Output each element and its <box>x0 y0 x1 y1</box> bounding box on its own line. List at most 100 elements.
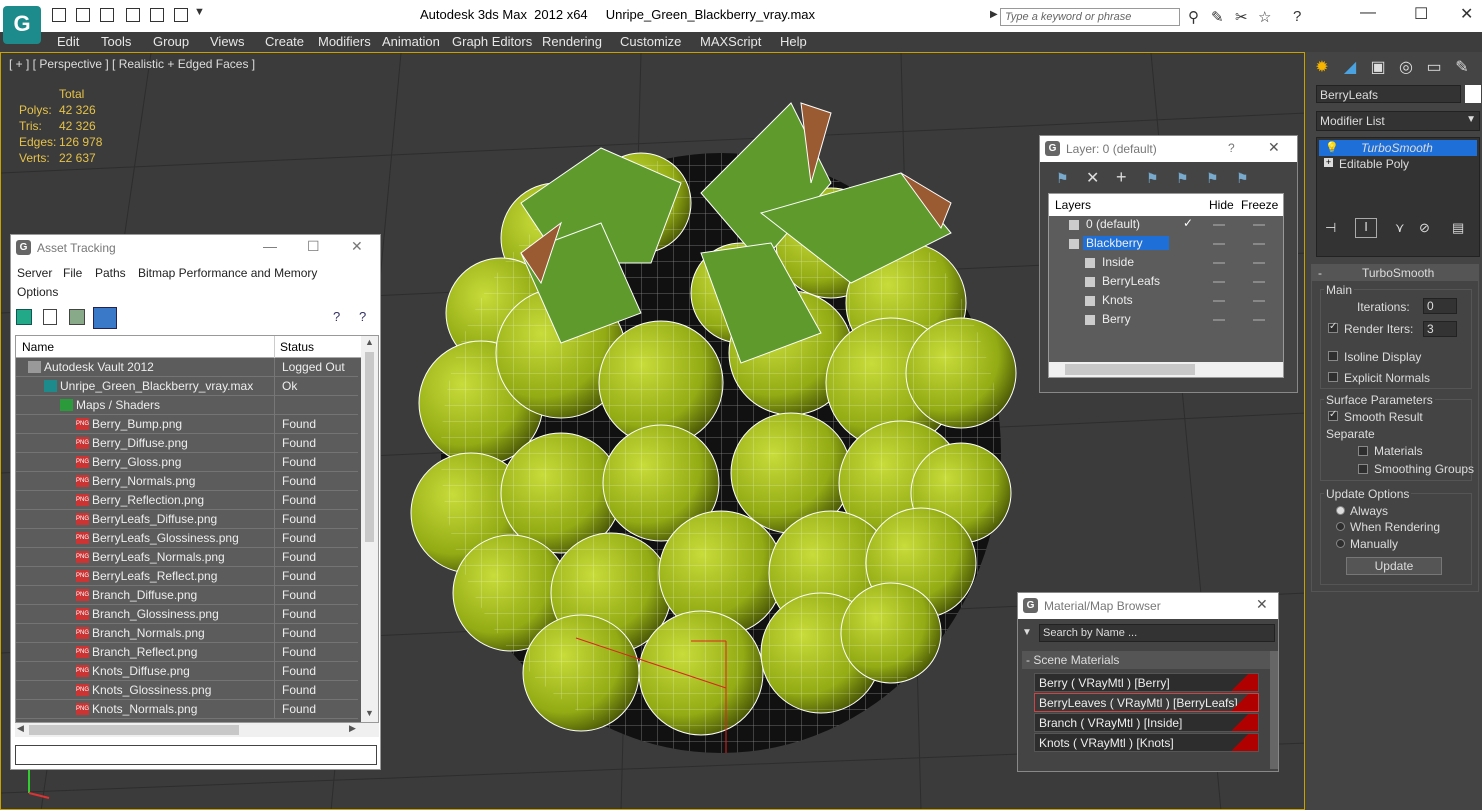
layer-manager-titlebar[interactable]: G Layer: 0 (default) ? ✕ <box>1040 136 1297 162</box>
layer-row[interactable]: 0 (default) ✓ <box>1049 216 1283 235</box>
menu-group[interactable]: Group <box>153 34 189 49</box>
help-icon[interactable]: ? <box>1228 141 1235 155</box>
menu-animation[interactable]: Animation <box>382 34 440 49</box>
object-name-field[interactable]: BerryLeafs <box>1316 85 1461 103</box>
table-row[interactable]: PNG Berry_Diffuse.png Found <box>16 434 358 453</box>
table-row[interactable]: PNG Berry_Normals.png Found <box>16 472 358 491</box>
display-tab-icon[interactable]: ▭ <box>1423 57 1445 79</box>
modify-tab-icon[interactable]: ◢ <box>1339 57 1361 79</box>
table-row[interactable]: Maps / Shaders <box>16 396 358 415</box>
open-icon[interactable] <box>76 8 90 22</box>
layer-row[interactable]: Berry <box>1049 311 1283 330</box>
close-icon[interactable]: ✕ <box>1268 139 1280 156</box>
hide-toggle[interactable] <box>1213 243 1225 245</box>
save-icon[interactable] <box>100 8 114 22</box>
asset-tracking-titlebar[interactable]: G Asset Tracking — ☐ ✕ <box>11 235 380 261</box>
table-row[interactable]: PNG BerryLeafs_Reflect.png Found <box>16 567 358 586</box>
menu-maxscript[interactable]: MAXScript <box>700 34 761 49</box>
highlight-layer-icon[interactable]: ⚑ <box>1206 170 1219 187</box>
list-view-icon[interactable] <box>43 309 57 325</box>
scroll-left-icon[interactable]: ◀ <box>17 723 24 734</box>
add-to-layer-icon[interactable]: ⚑ <box>1146 170 1159 187</box>
table-row[interactable]: PNG Knots_Normals.png Found <box>16 700 358 719</box>
chevron-down-icon[interactable]: ▼ <box>194 6 205 18</box>
scroll-up-icon[interactable]: ▲ <box>365 337 374 347</box>
undo-icon[interactable] <box>126 8 140 22</box>
materials-checkbox[interactable] <box>1358 446 1368 456</box>
menu-file[interactable]: File <box>63 266 82 280</box>
hide-toggle[interactable] <box>1213 319 1225 321</box>
vertical-scrollbar[interactable] <box>1270 651 1278 769</box>
layer-row[interactable]: Knots <box>1049 292 1283 311</box>
layer-row[interactable]: BerryLeafs <box>1049 273 1283 292</box>
hide-toggle[interactable] <box>1213 262 1225 264</box>
material-browser-titlebar[interactable]: G Material/Map Browser ✕ <box>1018 593 1278 619</box>
asset-path-field[interactable] <box>15 745 377 765</box>
menu-customize[interactable]: Customize <box>620 34 681 49</box>
render-iters-spinner[interactable]: 3 <box>1423 321 1457 337</box>
layer-row[interactable]: Inside <box>1049 254 1283 273</box>
column-hide[interactable]: Hide <box>1209 198 1234 212</box>
hierarchy-tab-icon[interactable]: ▣ <box>1367 57 1389 79</box>
vertical-scrollbar[interactable]: ▲ ▼ <box>361 336 378 722</box>
utilities-tab-icon[interactable]: ✎ <box>1451 57 1473 79</box>
table-row[interactable]: PNG Branch_Diffuse.png Found <box>16 586 358 605</box>
freeze-toggle[interactable] <box>1253 262 1265 264</box>
redo-icon[interactable] <box>150 8 164 22</box>
hide-all-icon[interactable]: ⚑ <box>1236 170 1249 187</box>
scrollbar-thumb[interactable] <box>1065 364 1195 375</box>
minimize-icon[interactable]: — <box>1360 4 1376 22</box>
menu-bitmap-performance[interactable]: Bitmap Performance and Memory <box>138 266 317 280</box>
render-iters-checkbox[interactable]: ✓ <box>1328 321 1338 333</box>
table-row[interactable]: PNG Berry_Gloss.png Found <box>16 453 358 472</box>
menu-graph-editors[interactable]: Graph Editors <box>452 34 532 49</box>
table-row[interactable]: PNG Branch_Normals.png Found <box>16 624 358 643</box>
rollout-header[interactable]: - TurboSmooth <box>1312 265 1478 281</box>
current-layer-check-icon[interactable]: ✓ <box>1183 216 1193 230</box>
select-objects-icon[interactable]: ⚑ <box>1176 170 1189 187</box>
menu-paths[interactable]: Paths <box>95 266 126 280</box>
star-icon[interactable]: ☆ <box>1258 8 1271 26</box>
menu-modifiers[interactable]: Modifiers <box>318 34 371 49</box>
column-status[interactable]: Status <box>280 340 314 354</box>
minimize-icon[interactable]: — <box>263 238 277 254</box>
thumbnail-view-icon[interactable] <box>69 309 85 325</box>
layer-row[interactable]: Blackberry <box>1049 235 1283 254</box>
menu-views[interactable]: Views <box>210 34 244 49</box>
hold-icon[interactable] <box>174 8 188 22</box>
create-tab-icon[interactable]: ✹ <box>1311 57 1333 79</box>
hide-toggle[interactable] <box>1213 300 1225 302</box>
always-radio[interactable] <box>1336 506 1345 515</box>
search-input[interactable]: Type a keyword or phrase <box>1000 8 1180 26</box>
table-row[interactable]: Autodesk Vault 2012Logged Out ... <box>16 358 358 388</box>
table-row[interactable]: PNG BerryLeafs_Glossiness.png Found <box>16 529 358 548</box>
show-end-result-icon[interactable]: I <box>1355 218 1377 238</box>
menu-help[interactable]: Help <box>780 34 807 49</box>
column-layers[interactable]: Layers <box>1055 198 1091 212</box>
table-row[interactable]: PNG Branch_Glossiness.png Found <box>16 605 358 624</box>
options-chevron-icon[interactable]: ▼ <box>1022 627 1032 638</box>
explicit-normals-checkbox[interactable] <box>1328 372 1338 382</box>
material-search-input[interactable]: Search by Name ... <box>1039 624 1275 642</box>
bulb-icon[interactable]: 💡 <box>1325 141 1339 154</box>
scrollbar-thumb[interactable] <box>29 725 239 735</box>
isoline-display-checkbox[interactable] <box>1328 351 1338 361</box>
scrollbar-thumb[interactable] <box>365 352 374 542</box>
binoculars-icon[interactable]: ⚲ <box>1188 8 1199 26</box>
freeze-toggle[interactable] <box>1253 224 1265 226</box>
stack-item-turbosmooth[interactable]: 💡 TurboSmooth <box>1319 140 1477 156</box>
motion-tab-icon[interactable]: ◎ <box>1395 57 1417 79</box>
chevron-right-icon[interactable]: ▶ <box>990 9 998 20</box>
table-row[interactable]: PNG Knots_Glossiness.png Found <box>16 681 358 700</box>
table-row[interactable]: PNG Knots_Diffuse.png Found <box>16 662 358 681</box>
scroll-right-icon[interactable]: ▶ <box>349 723 356 734</box>
column-name[interactable]: Name <box>22 340 54 354</box>
close-icon[interactable]: ✕ <box>1256 596 1268 613</box>
pin-stack-icon[interactable]: ⊣ <box>1325 220 1336 236</box>
refresh-icon[interactable] <box>16 309 32 325</box>
material-item[interactable]: BerryLeaves ( VRayMtl ) [BerryLeafs] <box>1034 693 1259 712</box>
expand-icon[interactable]: + <box>1324 158 1333 167</box>
horizontal-scrollbar[interactable] <box>1049 362 1283 377</box>
update-button[interactable]: Update <box>1346 557 1442 575</box>
freeze-toggle[interactable] <box>1253 319 1265 321</box>
